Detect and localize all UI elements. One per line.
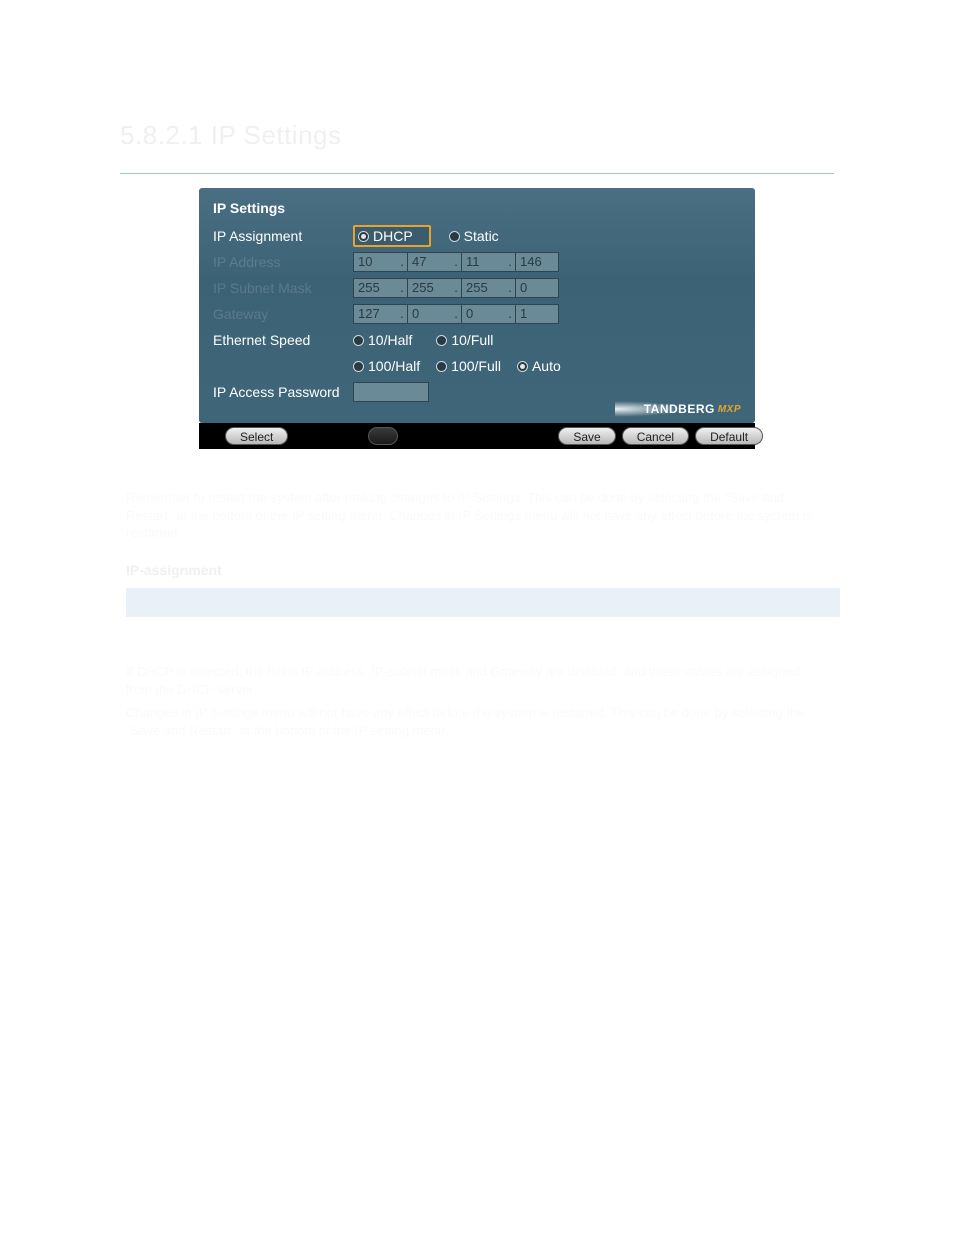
select-button[interactable]: Select — [225, 427, 288, 445]
label-ethernet-speed: Ethernet Speed — [213, 332, 353, 348]
brand-suffix: MXP — [718, 404, 741, 415]
radio-label: DHCP — [373, 228, 413, 244]
ip-octet: 47 — [407, 252, 451, 272]
def-key: Static — [126, 617, 198, 646]
radio-10-full[interactable]: 10/Full — [436, 332, 493, 348]
ip-octet: 0 — [407, 304, 451, 324]
radio-static[interactable]: Static — [449, 228, 499, 244]
radio-label: 100/Full — [451, 358, 501, 374]
panel-title: IP Settings — [213, 200, 285, 216]
ip-octet: 255 — [353, 278, 397, 298]
label-ip-assignment: IP Assignment — [213, 228, 353, 244]
radio-dhcp-highlighted[interactable]: DHCP — [353, 225, 431, 247]
horizontal-rule — [120, 173, 834, 174]
radio-100-full[interactable]: 100/Full — [436, 358, 501, 374]
radio-label: 100/Half — [368, 358, 420, 374]
ip-octet: 11 — [461, 252, 505, 272]
radio-100-half[interactable]: 100/Half — [353, 358, 420, 374]
label-gateway: Gateway — [213, 306, 353, 322]
ip-address-field: 10. 47. 11. 146 — [353, 252, 559, 272]
note-paragraph: Changes in IP Settings menu will not hav… — [126, 704, 828, 739]
default-button[interactable]: Default — [695, 427, 763, 445]
radio-dot-icon — [358, 231, 369, 242]
brand-logo: TANDBERG MXP — [615, 401, 741, 417]
brand-name: TANDBERG — [644, 402, 715, 416]
radio-dot-icon — [517, 361, 528, 372]
radio-10-half[interactable]: 10/Half — [353, 332, 412, 348]
definitions-table: DHCP (Dynamic Host Configuration Protoco… — [126, 588, 840, 646]
ip-octet: 127 — [353, 304, 397, 324]
button-bar: Select Save Cancel Default — [199, 423, 755, 449]
save-button[interactable]: Save — [558, 427, 615, 445]
label-ip-access-password: IP Access Password — [213, 384, 353, 400]
intro-paragraph: Remember to restart the system after mak… — [126, 489, 828, 542]
ip-octet: 0 — [461, 304, 505, 324]
ip-octet: 0 — [515, 278, 559, 298]
ip-octet: 10 — [353, 252, 397, 272]
ip-octet: 255 — [407, 278, 451, 298]
ip-octet: 1 — [515, 304, 559, 324]
radio-auto[interactable]: Auto — [517, 358, 561, 374]
radio-dot-icon — [436, 361, 447, 372]
cancel-button[interactable]: Cancel — [622, 427, 689, 445]
radio-dot-icon — [353, 335, 364, 346]
label-ip-address: IP Address — [213, 254, 353, 270]
radio-label: Static — [464, 228, 499, 244]
radio-dot-icon — [353, 361, 364, 372]
ip-octet: 146 — [515, 252, 559, 272]
radio-dot-icon — [436, 335, 447, 346]
ip-settings-panel: IP Settings IP Assignment DHCP Static — [199, 188, 755, 449]
radio-dhcp[interactable]: DHCP — [358, 228, 413, 244]
subheading-ip-assignment: IP-assignment — [126, 562, 828, 578]
note-paragraph: If DHCP is selected, the fields IP-addre… — [126, 663, 828, 698]
blank-button[interactable] — [368, 427, 398, 445]
radio-label: 10/Full — [451, 332, 493, 348]
ip-octet: 255 — [461, 278, 505, 298]
label-subnet-mask: IP Subnet Mask — [213, 280, 353, 296]
def-value: (Dynamic Host Configuration Protocol) ca… — [198, 588, 840, 617]
subnet-mask-field: 255. 255. 255. 0 — [353, 278, 559, 298]
ip-access-password-input[interactable] — [353, 382, 429, 402]
radio-label: 10/Half — [368, 332, 412, 348]
def-value: Static must be selected if no DHCP serve… — [198, 617, 840, 646]
section-heading: 5.8.2.1 IP Settings — [120, 120, 834, 151]
gateway-field: 127. 0. 0. 1 — [353, 304, 559, 324]
radio-dot-icon — [449, 231, 460, 242]
radio-label: Auto — [532, 358, 561, 374]
def-key: DHCP — [126, 588, 198, 617]
